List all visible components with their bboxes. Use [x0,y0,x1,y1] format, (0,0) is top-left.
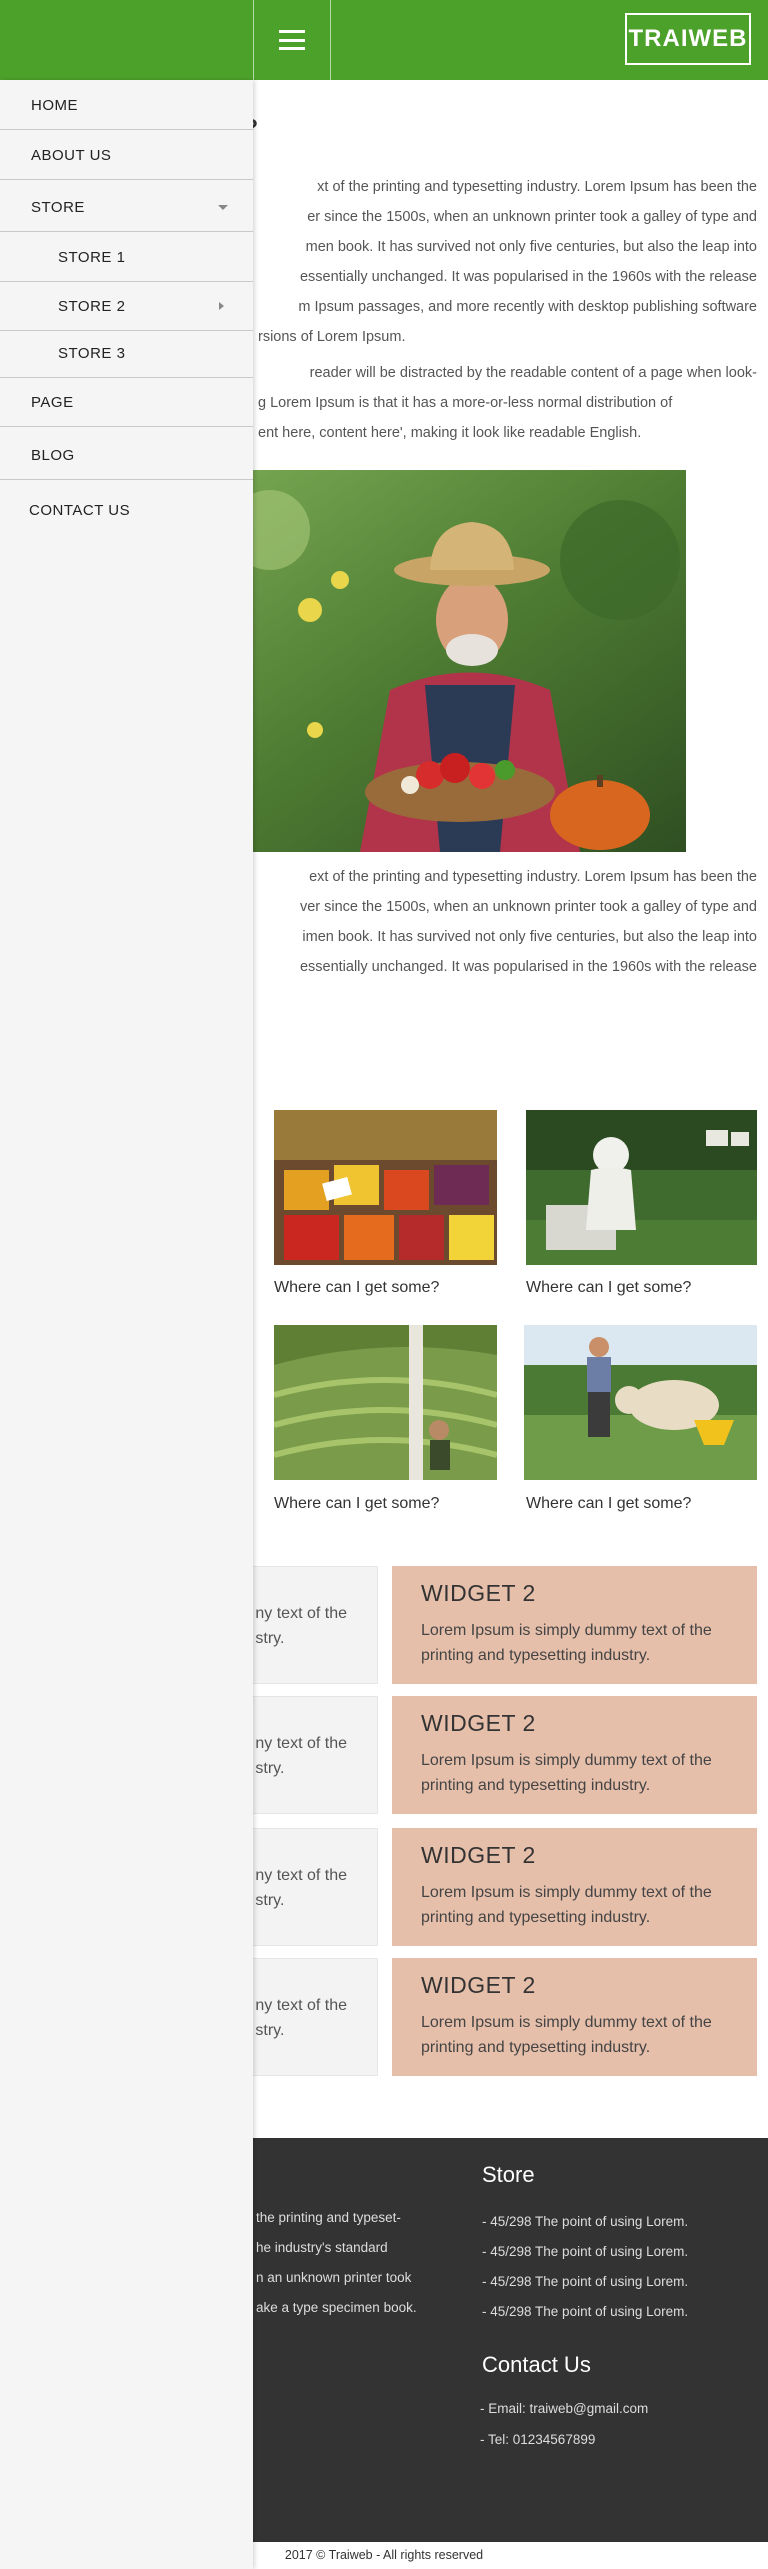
footer-store-item[interactable]: - 45/298 The point of using Lorem. [482,2214,688,2229]
farmer-with-cows-image[interactable] [524,1325,757,1480]
footer-about-line: the printing and typeset- [256,2210,401,2225]
sidebar-item-label: CONTACT US [29,501,131,519]
sidebar-item-store-2[interactable]: STORE 2 [0,283,253,331]
sidebar-item-label: PAGE [31,394,74,411]
sidebar-item-label: ABOUT US [31,147,112,164]
sidebar-item-label: STORE 1 [58,249,126,266]
footer-about-line: ake a type specimen book. [256,2300,417,2315]
sidebar-nav: HOME ABOUT US STORE STORE 1 STORE 2 STOR… [0,80,253,2569]
widget-title: WIDGET 2 [421,1842,536,1868]
card-caption[interactable]: Where can I get some? [526,1279,691,1297]
farmer-field-image[interactable] [274,1325,497,1480]
footer-store-item[interactable]: - 45/298 The point of using Lorem. [482,2304,688,2319]
text-line: ny text of the [255,1735,347,1752]
widget-body: Lorem Ipsum is simply dummy text of the … [421,2014,712,2056]
widget-text: ny text of the stry. [255,1863,347,1913]
text-line: stry. [255,1892,285,1909]
footer-tel[interactable]: - Tel: 01234567899 [480,2432,595,2447]
text-line: stry. [255,1760,285,1777]
widget-title: WIDGET 2 [421,1972,536,1998]
widget-title: WIDGET 2 [421,1710,536,1736]
sidebar-item-page[interactable]: PAGE [0,379,253,427]
footer-about-line: he industry's standard [256,2240,388,2255]
sidebar-item-label: STORE 3 [58,345,126,362]
widget-body: Lorem Ipsum is simply dummy text of the … [421,1752,712,1794]
sidebar-item-label: STORE [31,199,85,216]
chevron-right-icon[interactable] [219,302,224,310]
sidebar-item-contact-us[interactable]: CONTACT US [0,486,253,534]
widget-title: WIDGET 2 [421,1580,536,1606]
widget-text: ny text of the stry. [255,1601,347,1651]
footer-store-title: Store [482,2162,535,2187]
beekeeper-image[interactable] [526,1110,757,1265]
chevron-down-icon[interactable] [218,205,228,210]
widget-2: WIDGET 2 Lorem Ipsum is simply dummy tex… [392,1828,757,1946]
widget-text: ny text of the stry. [255,1731,347,1781]
widget-2: WIDGET 2 Lorem Ipsum is simply dummy tex… [392,1958,757,2076]
widget-2: WIDGET 2 Lorem Ipsum is simply dummy tex… [392,1696,757,1814]
text-line: ny text of the [255,1997,347,2014]
text-line: ny text of the [255,1605,347,1622]
menu-toggle-button[interactable] [253,0,331,80]
sidebar-item-blog[interactable]: BLOG [0,432,253,480]
vegetable-market-image[interactable] [274,1110,497,1265]
footer-store-item[interactable]: - 45/298 The point of using Lorem. [482,2244,688,2259]
sidebar-item-store-3[interactable]: STORE 3 [0,330,253,378]
card-caption[interactable]: Where can I get some? [526,1495,691,1513]
footer-store-item[interactable]: - 45/298 The point of using Lorem. [482,2274,688,2289]
sidebar-item-store-1[interactable]: STORE 1 [0,234,253,282]
sidebar-item-label: BLOG [31,447,75,464]
text-line: stry. [255,1630,285,1647]
sidebar-item-about-us[interactable]: ABOUT US [0,132,253,180]
site-logo[interactable]: TRAIWEB [625,13,751,65]
widget-body: Lorem Ipsum is simply dummy text of the … [421,1622,712,1664]
hamburger-menu-icon [279,30,305,50]
footer-contact-title: Contact Us [482,2352,591,2377]
widget-2: WIDGET 2 Lorem Ipsum is simply dummy tex… [392,1566,757,1684]
sidebar-item-label: HOME [31,97,78,114]
widget-body: Lorem Ipsum is simply dummy text of the … [421,1884,712,1926]
sidebar-item-store[interactable]: STORE [0,184,253,232]
widget-text: ny text of the stry. [255,1993,347,2043]
footer-email[interactable]: - Email: traiweb@gmail.com [480,2401,648,2416]
card-caption[interactable]: Where can I get some? [274,1279,439,1297]
text-line: ny text of the [255,1867,347,1884]
sidebar-item-label: STORE 2 [58,298,126,315]
footer-about-line: n an unknown printer took [256,2270,412,2285]
sidebar-item-home[interactable]: HOME [0,82,253,130]
site-header: TRAIWEB [0,0,768,80]
card-caption[interactable]: Where can I get some? [274,1495,439,1513]
text-line: stry. [255,2022,285,2039]
